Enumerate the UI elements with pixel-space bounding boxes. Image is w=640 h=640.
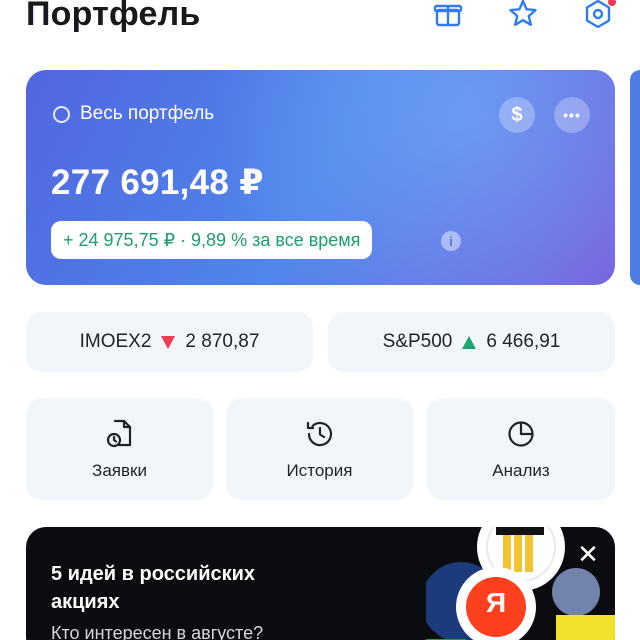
portfolio-selector[interactable]: Весь портфель	[53, 103, 214, 125]
analysis-label: Анализ	[492, 461, 550, 480]
index-tile-sp500[interactable]: S&P500 6 466,91	[328, 312, 615, 372]
settings-gear-icon[interactable]	[578, 0, 618, 34]
more-button[interactable]: •••	[554, 97, 590, 133]
history-clock-icon	[306, 421, 332, 447]
promo-banner[interactable]: 5 идей в российских акциях Кто интересен…	[26, 527, 615, 640]
portfolio-gain: + 24 975,75 ₽ · 9,89 % за все время	[51, 221, 373, 259]
yandex-logo-letter: Я	[485, 587, 507, 618]
arrow-up-icon	[462, 335, 477, 349]
history-button[interactable]: История	[226, 398, 413, 500]
currency-button[interactable]: $	[499, 97, 535, 133]
index-name: S&P500	[382, 331, 453, 352]
gain-text: + 24 975,75 ₽ · 9,89 % за все время	[63, 229, 361, 250]
history-label: История	[286, 461, 353, 480]
next-card-peek[interactable]	[630, 70, 640, 285]
portfolio-value: 277 691,48 ₽	[51, 163, 264, 202]
radio-circle-icon	[53, 105, 70, 123]
gift-icon[interactable]	[428, 0, 468, 34]
close-icon[interactable]: ✕	[575, 541, 601, 567]
orders-button[interactable]: Заявки	[26, 398, 213, 500]
arrow-down-icon	[161, 335, 176, 349]
page-title: Портфель	[26, 0, 201, 33]
index-value: 6 466,91	[486, 331, 561, 352]
promo-subtitle: Кто интересен в августе?	[51, 623, 264, 640]
index-value: 2 870,87	[185, 331, 260, 352]
index-name: IMOEX2	[79, 331, 152, 352]
star-icon[interactable]	[503, 0, 543, 34]
promo-title: 5 идей в российских акциях	[51, 563, 256, 613]
order-document-clock-icon	[106, 419, 131, 448]
index-tile-imoex2[interactable]: IMOEX2 2 870,87	[26, 312, 313, 372]
pie-chart-icon	[508, 421, 534, 447]
portfolio-card[interactable]: Весь портфель $ ••• 277 691,48 ₽ + 24 97…	[26, 70, 615, 285]
notification-dot	[608, 0, 616, 6]
portfolio-label: Весь портфель	[80, 103, 215, 124]
info-icon[interactable]: i	[441, 231, 461, 251]
orders-label: Заявки	[92, 461, 147, 480]
analysis-button[interactable]: Анализ	[427, 398, 615, 500]
